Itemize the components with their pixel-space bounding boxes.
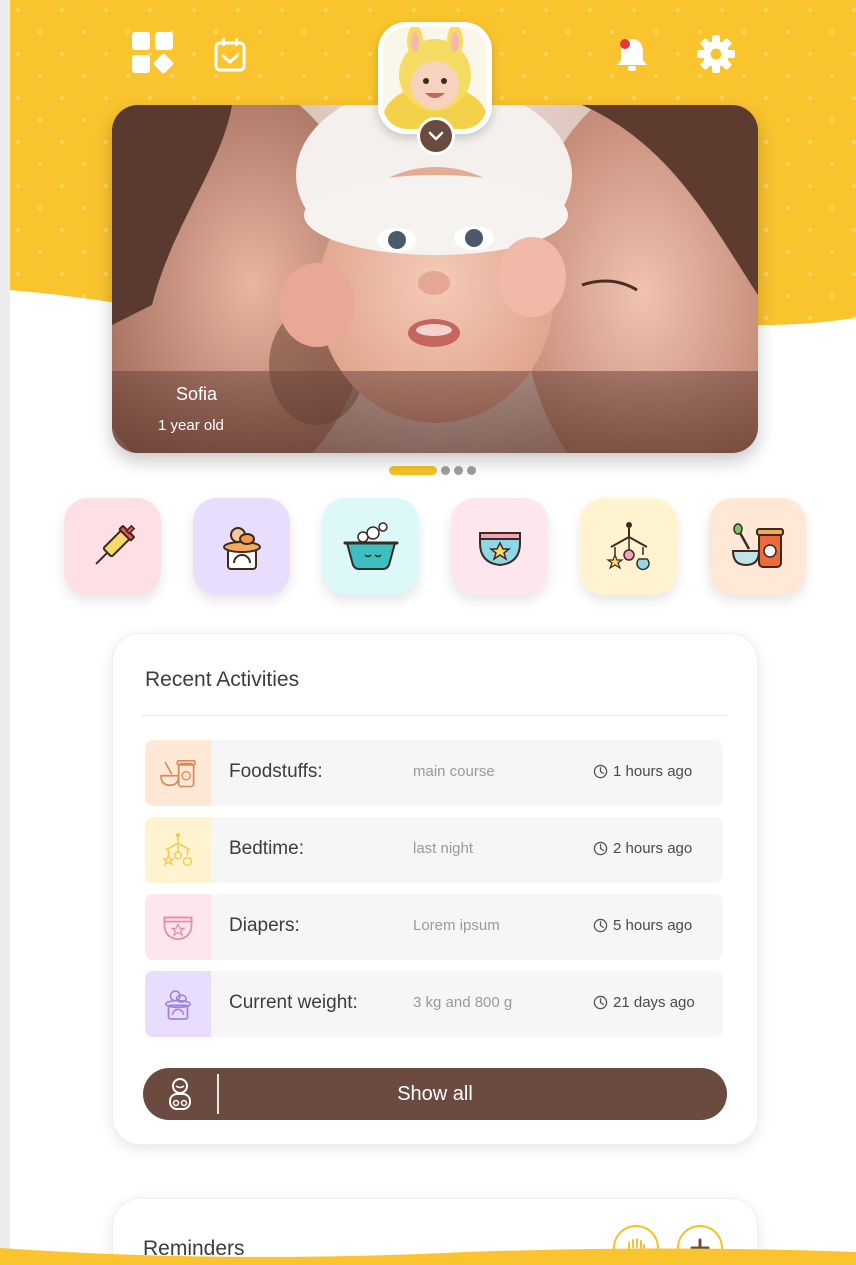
clock-icon: [593, 995, 608, 1010]
recent-activities-title: Recent Activities: [145, 668, 300, 691]
clock-icon: [593, 918, 608, 933]
activity-time-text: 1 hours ago: [613, 763, 693, 780]
pager-dot[interactable]: [467, 466, 476, 475]
activity-value: Lorem ipsum: [413, 917, 500, 934]
activity-time: 1 hours ago: [593, 763, 692, 780]
activity-time-text: 5 hours ago: [613, 917, 693, 934]
activity-label: Bedtime:: [229, 838, 304, 859]
crib-mobile-icon: [145, 817, 211, 883]
activity-label: Diapers:: [229, 915, 300, 936]
activity-row-bedtime[interactable]: Bedtime: last night 2 hours ago: [145, 817, 723, 883]
recent-activities-card: Recent Activities Foodstuffs: main cours…: [112, 633, 758, 1145]
baby-food-icon: [731, 522, 784, 568]
weight-scale-icon: [222, 526, 261, 570]
clock-icon: [593, 764, 608, 779]
tile-bath[interactable]: [322, 498, 419, 595]
diaper-icon: [478, 531, 521, 566]
baby-avatar-image: [383, 27, 487, 129]
show-all-label: Show all: [397, 1082, 473, 1105]
activity-row-diapers[interactable]: Diapers: Lorem ipsum 5 hours ago: [145, 894, 723, 960]
activity-time: 2 hours ago: [593, 840, 692, 857]
bath-tub-icon: [343, 521, 398, 570]
tile-food[interactable]: [709, 498, 806, 595]
tile-sleep[interactable]: [580, 498, 677, 595]
calendar-icon[interactable]: [212, 36, 248, 74]
clock-icon: [593, 841, 608, 856]
crib-mobile-icon: [605, 521, 650, 570]
dashboard-icon[interactable]: [130, 30, 176, 76]
activity-row-weight[interactable]: Current weight: 3 kg and 800 g 21 days a…: [145, 971, 723, 1037]
left-edge-rule: [0, 0, 10, 1265]
notification-bell-icon[interactable]: [612, 34, 652, 76]
activity-value: main course: [413, 763, 495, 780]
activity-time-text: 2 hours ago: [613, 840, 693, 857]
tile-vaccine[interactable]: [64, 498, 161, 595]
switch-child-chevron-icon[interactable]: [417, 117, 455, 155]
child-age: 1 year old: [158, 417, 224, 434]
pager-dot-active[interactable]: [389, 466, 437, 475]
activity-value: last night: [413, 840, 474, 857]
tile-weight[interactable]: [193, 498, 290, 595]
activity-value: 3 kg and 800 g: [413, 994, 513, 1011]
pager-dot[interactable]: [441, 466, 450, 475]
child-profile-card[interactable]: Sofia 1 year old: [112, 105, 758, 453]
settings-gear-icon[interactable]: [694, 32, 738, 76]
activity-time-text: 21 days ago: [613, 994, 695, 1011]
button-separator: [217, 1074, 219, 1114]
tile-diaper[interactable]: [451, 498, 548, 595]
activity-label: Foodstuffs:: [229, 761, 323, 782]
divider: [141, 715, 727, 716]
carousel-pager: [389, 466, 476, 475]
baby-food-icon: [145, 740, 211, 806]
activity-label: Current weight:: [229, 992, 358, 1013]
child-name: Sofia: [176, 384, 218, 404]
baby-icon: [143, 1068, 217, 1120]
bottom-wave-decoration: [0, 1248, 856, 1265]
pager-dot[interactable]: [454, 466, 463, 475]
activity-time: 21 days ago: [593, 994, 695, 1011]
activity-time: 5 hours ago: [593, 917, 692, 934]
activity-row-foodstuffs[interactable]: Foodstuffs: main course 1 hours ago: [145, 740, 723, 806]
vaccine-syringe-icon: [94, 524, 135, 565]
show-all-button[interactable]: Show all: [143, 1068, 727, 1120]
category-tiles: [64, 498, 806, 595]
weight-scale-icon: [145, 971, 211, 1037]
diaper-icon: [145, 894, 211, 960]
